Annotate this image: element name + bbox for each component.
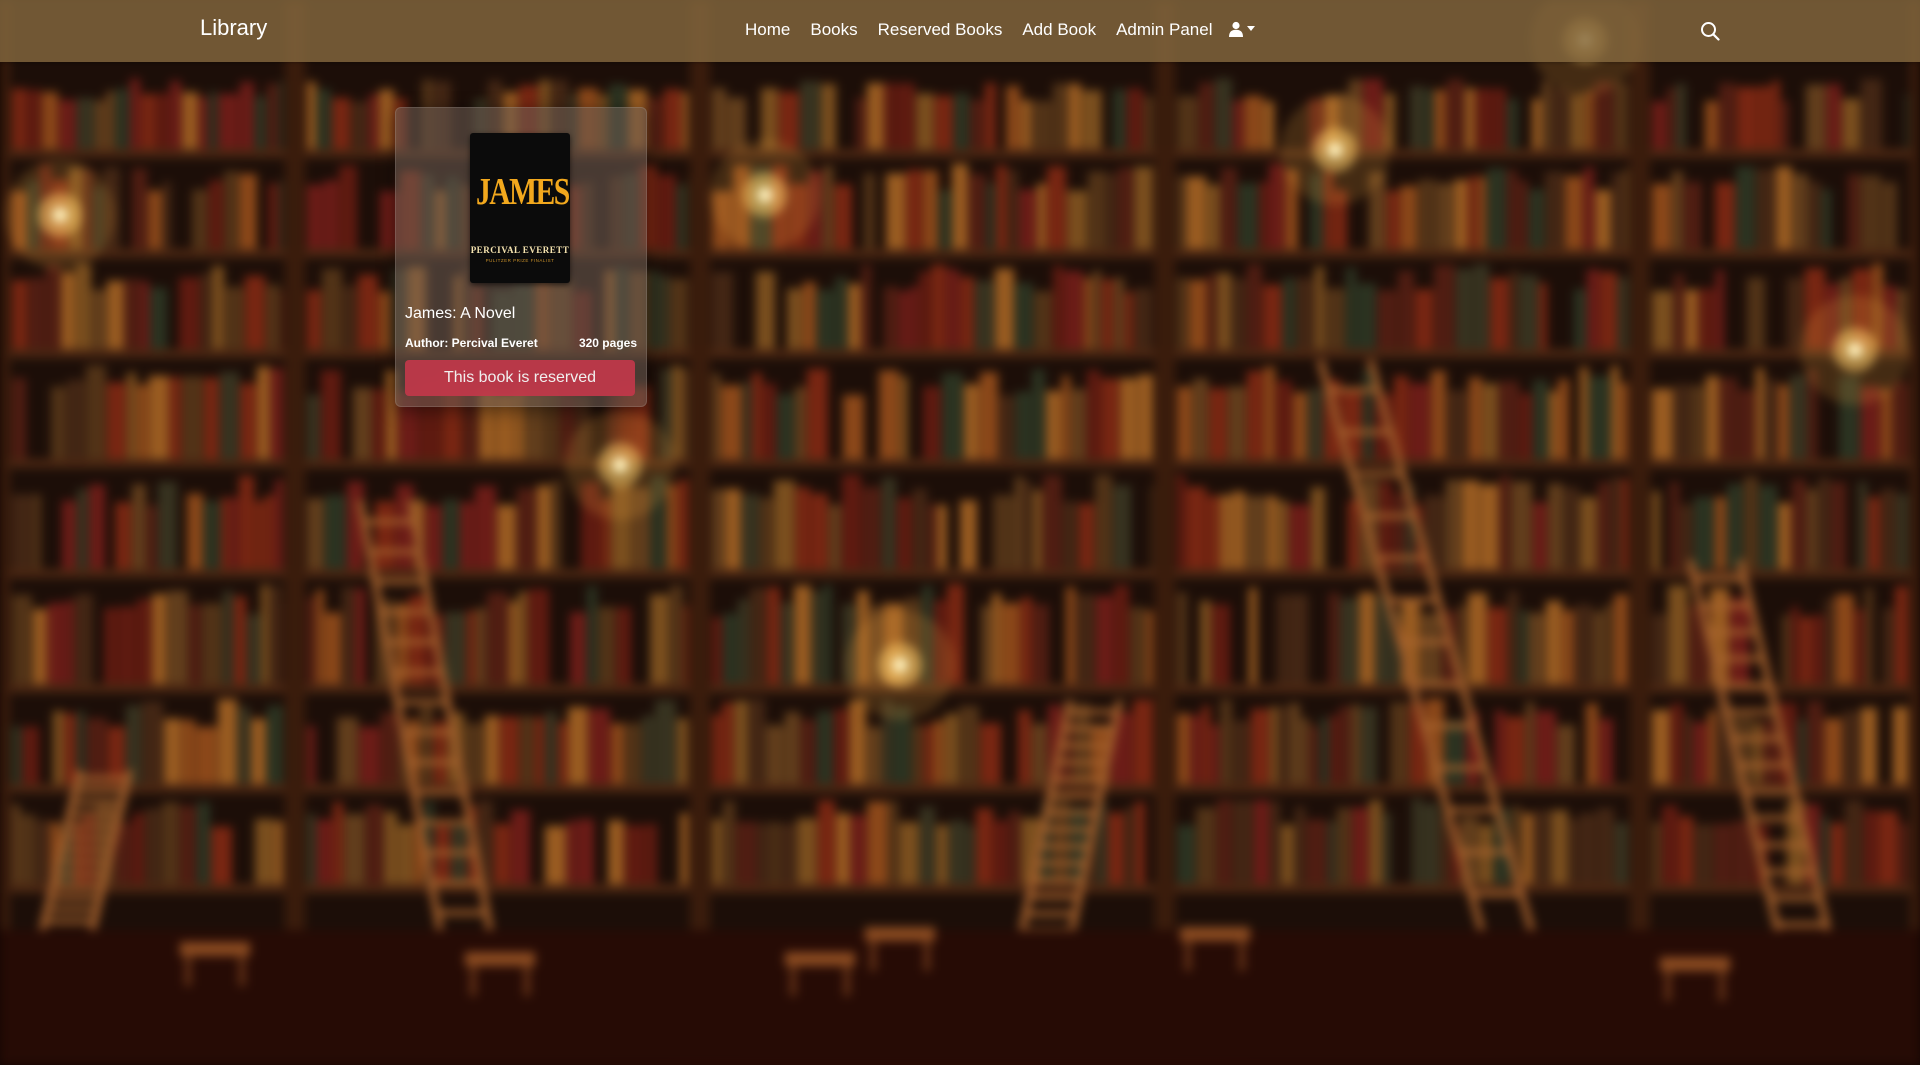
- book-cover-image[interactable]: JAMES PERCIVAL EVERETT PULITZER PRIZE FI…: [470, 133, 570, 283]
- search-button[interactable]: [1700, 21, 1722, 43]
- library-background: [0, 0, 1920, 1065]
- nav-home-link[interactable]: Home: [735, 20, 800, 40]
- search-icon: [1701, 22, 1720, 41]
- navbar: Library Home Books Reserved Books Add Bo…: [0, 0, 1920, 62]
- cover-title: JAMES: [476, 171, 570, 213]
- brand-link[interactable]: Library: [200, 15, 267, 41]
- cover-subtitle: PULITZER PRIZE FINALIST: [485, 258, 555, 263]
- user-menu-dropdown[interactable]: [1228, 21, 1255, 37]
- cover-author: PERCIVAL EVERETT: [470, 245, 570, 255]
- nav-add-book-link[interactable]: Add Book: [1012, 20, 1106, 40]
- nav-reserved-books-link[interactable]: Reserved Books: [868, 20, 1013, 40]
- nav-admin-panel-link[interactable]: Admin Panel: [1106, 20, 1222, 40]
- book-title: James: A Novel: [405, 305, 516, 322]
- user-icon: [1229, 21, 1243, 37]
- book-card[interactable]: JAMES PERCIVAL EVERETT PULITZER PRIZE FI…: [395, 107, 647, 407]
- caret-down-icon: [1247, 26, 1255, 31]
- reserved-status-button[interactable]: This book is reserved: [405, 360, 635, 396]
- book-author: Author: Percival Everet: [405, 336, 538, 350]
- nav-books-link[interactable]: Books: [800, 20, 867, 40]
- nav-links: Home Books Reserved Books Add Book Admin…: [735, 20, 1222, 40]
- book-pages: 320 pages: [578, 336, 637, 350]
